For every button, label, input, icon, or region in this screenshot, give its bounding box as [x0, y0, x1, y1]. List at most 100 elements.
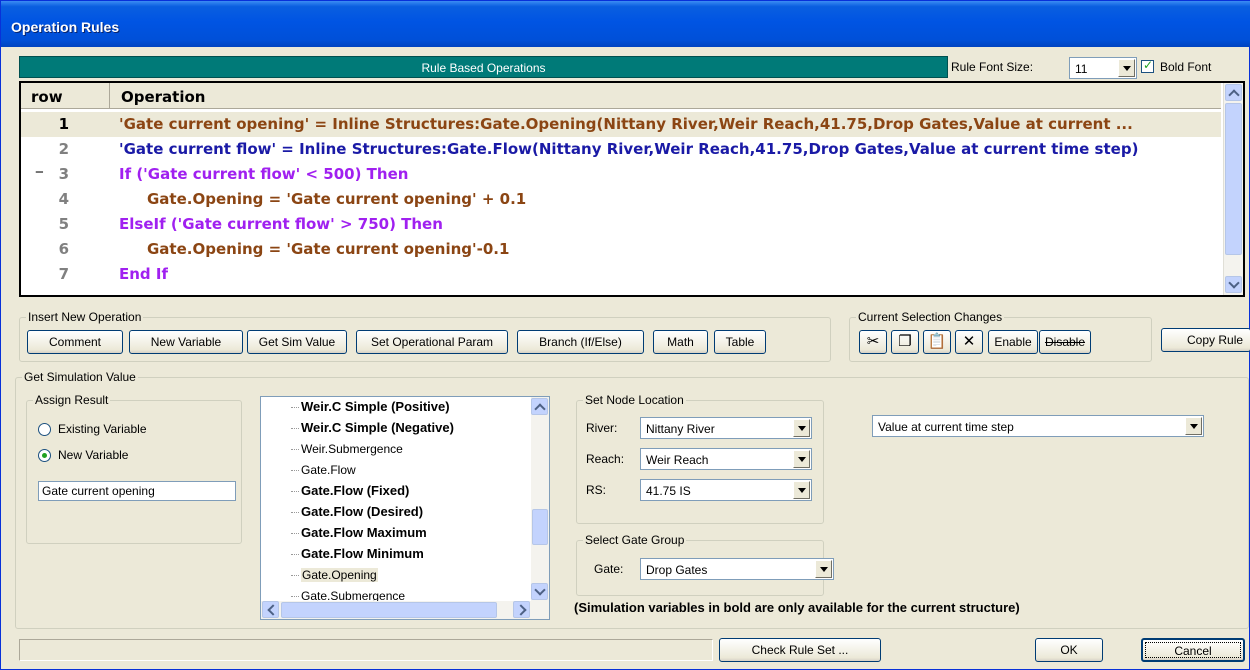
row-number: 3 [58, 165, 69, 183]
column-header-row[interactable]: row [31, 88, 63, 106]
check-rule-set-button[interactable]: Check Rule Set ... [719, 638, 881, 662]
chevron-down-icon[interactable] [1118, 59, 1135, 77]
row-number: 1 [58, 115, 69, 133]
cancel-button[interactable]: Cancel [1141, 638, 1245, 662]
cut-button[interactable]: ✂ [859, 330, 887, 354]
scroll-up-icon[interactable] [1225, 84, 1242, 101]
table-row[interactable]: 7 End If [21, 262, 1221, 287]
select-gate-group-label: Select Gate Group [583, 533, 687, 547]
operation-text: If ('Gate current flow' < 500) Then [119, 165, 409, 183]
comment-button[interactable]: Comment [27, 330, 123, 354]
list-item[interactable]: Gate.Flow (Desired) [261, 502, 531, 523]
list-item-label: Weir.C Simple (Negative) [301, 420, 454, 435]
list-item-label: Weir.Submergence [301, 442, 403, 456]
list-item-label: Gate.Flow (Desired) [301, 504, 424, 519]
existing-variable-label: Existing Variable [58, 422, 147, 436]
existing-variable-radio[interactable] [38, 423, 51, 436]
new-variable-button[interactable]: New Variable [129, 330, 243, 354]
enable-button[interactable]: Enable [988, 330, 1038, 354]
list-item-label: Gate.Flow (Fixed) [301, 483, 410, 498]
gate-select[interactable]: Drop Gates [640, 558, 834, 580]
delete-button[interactable]: ✕ [955, 330, 983, 354]
tree-connector [291, 470, 299, 471]
list-item[interactable]: Weir.Submergence [261, 439, 531, 460]
bold-variables-note: (Simulation variables in bold are only a… [574, 600, 1020, 615]
copy-rule-button[interactable]: Copy Rule [1161, 328, 1250, 352]
chevron-down-icon[interactable] [793, 450, 810, 468]
get-sim-value-button[interactable]: Get Sim Value [247, 330, 347, 354]
rs-value: 41.75 IS [646, 484, 691, 498]
assign-result-label: Assign Result [33, 393, 111, 407]
reach-label: Reach: [586, 452, 625, 466]
list-hscroll-thumb[interactable] [281, 602, 497, 618]
table-row[interactable]: 1 'Gate current opening' = Inline Structu… [21, 112, 1221, 137]
list-item-label: Weir.C Simple (Positive) [301, 399, 450, 414]
get-simulation-value-label: Get Simulation Value [22, 370, 138, 384]
time-step-select[interactable]: Value at current time step [872, 415, 1204, 437]
list-item[interactable]: Gate.Flow [261, 460, 531, 481]
list-item[interactable]: Gate.Flow Maximum [261, 523, 531, 544]
scroll-down-icon[interactable] [1225, 276, 1242, 293]
list-item[interactable]: Weir.C Simple (Negative) [261, 418, 531, 439]
list-item[interactable]: Gate.Opening [261, 565, 531, 586]
list-horizontal-scrollbar[interactable] [261, 601, 549, 619]
list-item[interactable]: Gate.Flow (Fixed) [261, 481, 531, 502]
set-node-location-group: Set Node Location River: Nittany River R… [576, 393, 824, 524]
list-vertical-scrollbar[interactable] [531, 397, 549, 601]
window-title: Operation Rules [11, 19, 120, 35]
column-header-operation[interactable]: Operation [121, 88, 205, 106]
table-row[interactable]: 2 'Gate current flow' = Inline Structures… [21, 137, 1221, 162]
branch-if-else-button[interactable]: Branch (If/Else) [517, 330, 644, 354]
reach-select[interactable]: Weir Reach [640, 448, 812, 470]
list-scroll-right-icon[interactable] [513, 601, 530, 618]
new-variable-radio[interactable] [38, 449, 51, 462]
rs-label: RS: [586, 483, 607, 497]
operation-text: Gate.Opening = 'Gate current opening'-0.… [147, 240, 510, 258]
gate-label: Gate: [594, 562, 624, 576]
scroll-thumb[interactable] [1225, 103, 1242, 255]
chevron-down-icon[interactable] [793, 481, 810, 499]
copy-button[interactable]: ❐ [891, 330, 919, 354]
font-size-select[interactable]: 11 [1069, 57, 1137, 79]
river-select[interactable]: Nittany River [640, 417, 812, 439]
paste-button[interactable]: 📋 [923, 330, 951, 354]
list-scroll-down-icon[interactable] [531, 583, 548, 600]
variable-name-input[interactable]: Gate current opening [38, 481, 236, 501]
math-button[interactable]: Math [653, 330, 708, 354]
operation-text: ElseIf ('Gate current flow' > 750) Then [119, 215, 443, 233]
tree-connector [291, 428, 299, 429]
list-scroll-thumb[interactable] [532, 509, 548, 545]
client-area: Rule Based Operations Rule Font Size: 11… [3, 47, 1250, 669]
table-row[interactable]: −3 If ('Gate current flow' < 500) Then [21, 162, 1221, 187]
row-number: 4 [58, 190, 69, 208]
bold-font-checkbox[interactable] [1141, 58, 1154, 73]
list-item[interactable]: Weir.C Simple (Positive) [261, 397, 531, 418]
list-scroll-left-icon[interactable] [262, 601, 279, 618]
table-button[interactable]: Table [714, 330, 766, 354]
time-step-value: Value at current time step [878, 420, 1014, 434]
grid-header: row Operation [21, 83, 1221, 109]
operation-text: Gate.Opening = 'Gate current opening' + … [147, 190, 527, 208]
chevron-down-icon[interactable] [793, 419, 810, 437]
list-scroll-up-icon[interactable] [531, 398, 548, 415]
chevron-down-icon[interactable] [815, 560, 832, 578]
select-gate-group: Select Gate Group Gate: Drop Gates [576, 533, 834, 596]
row-number: 2 [58, 140, 69, 158]
disable-button[interactable]: Disable [1039, 330, 1091, 354]
set-operational-param-button[interactable]: Set Operational Param [356, 330, 508, 354]
simulation-variable-list[interactable]: Weir.C Simple (Positive) Weir.C Simple (N… [260, 396, 550, 620]
table-row[interactable]: 5 ElseIf ('Gate current flow' > 750) Then [21, 212, 1221, 237]
chevron-down-icon[interactable] [1185, 417, 1202, 435]
title-bar[interactable]: Operation Rules [1, 1, 1250, 47]
tree-connector [291, 554, 299, 555]
table-row[interactable]: 6 Gate.Opening = 'Gate current opening'-0… [21, 237, 1221, 262]
operations-grid[interactable]: row Operation 1 'Gate current opening' = … [19, 81, 1245, 297]
set-node-location-label: Set Node Location [583, 393, 686, 407]
ok-button[interactable]: OK [1035, 638, 1103, 662]
table-row[interactable]: 4 Gate.Opening = 'Gate current opening' +… [21, 187, 1221, 212]
list-item[interactable]: Gate.Flow Minimum [261, 544, 531, 565]
rs-select[interactable]: 41.75 IS [640, 479, 812, 501]
list-item-label: Gate.Flow Minimum [301, 546, 424, 561]
grid-vertical-scrollbar[interactable] [1223, 83, 1243, 295]
tree-connector [291, 449, 299, 450]
